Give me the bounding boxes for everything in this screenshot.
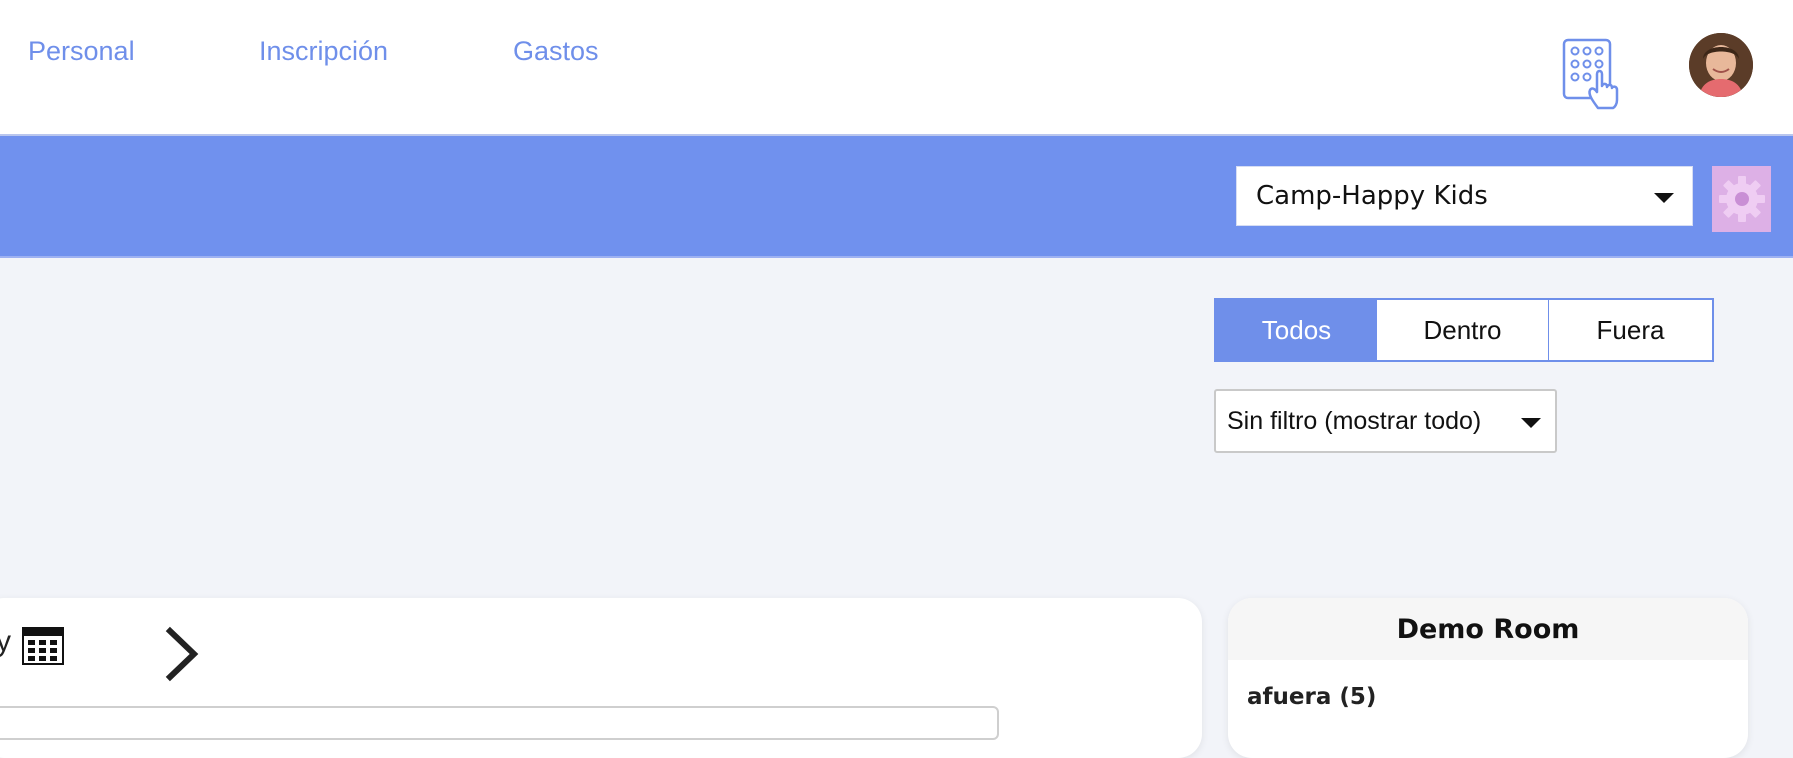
- search-input[interactable]: [0, 706, 999, 740]
- school-select[interactable]: Camp-Happy Kids: [1236, 166, 1693, 226]
- filter-select-value: Sin filtro (mostrar todo): [1227, 406, 1482, 435]
- user-avatar[interactable]: [1689, 33, 1753, 97]
- date-label-fragment: y: [0, 625, 11, 658]
- gear-icon[interactable]: [1712, 166, 1771, 232]
- chevron-down-icon: [1654, 193, 1674, 203]
- chevron-down-icon: [1521, 418, 1541, 428]
- room-title: Demo Room: [1228, 598, 1748, 660]
- segment-fuera[interactable]: Fuera: [1548, 298, 1714, 362]
- room-outside-count: afuera (5): [1247, 684, 1377, 710]
- nav-link-gastos[interactable]: Gastos: [513, 36, 599, 67]
- chevron-right-icon[interactable]: [158, 625, 204, 683]
- keypad-touch-icon[interactable]: [1562, 38, 1630, 110]
- school-select-value: Camp-Happy Kids: [1256, 181, 1488, 211]
- calendar-icon[interactable]: [22, 627, 64, 665]
- nav-link-personal[interactable]: Personal: [28, 36, 135, 67]
- top-navigation-bar: Personal Inscripción Gastos: [0, 0, 1793, 136]
- segment-todos[interactable]: Todos: [1214, 298, 1379, 362]
- segment-dentro[interactable]: Dentro: [1377, 298, 1550, 362]
- room-card: Demo Room afuera (5): [1228, 598, 1748, 758]
- filter-select[interactable]: Sin filtro (mostrar todo): [1214, 389, 1557, 453]
- nav-link-inscripcion[interactable]: Inscripción: [259, 36, 388, 67]
